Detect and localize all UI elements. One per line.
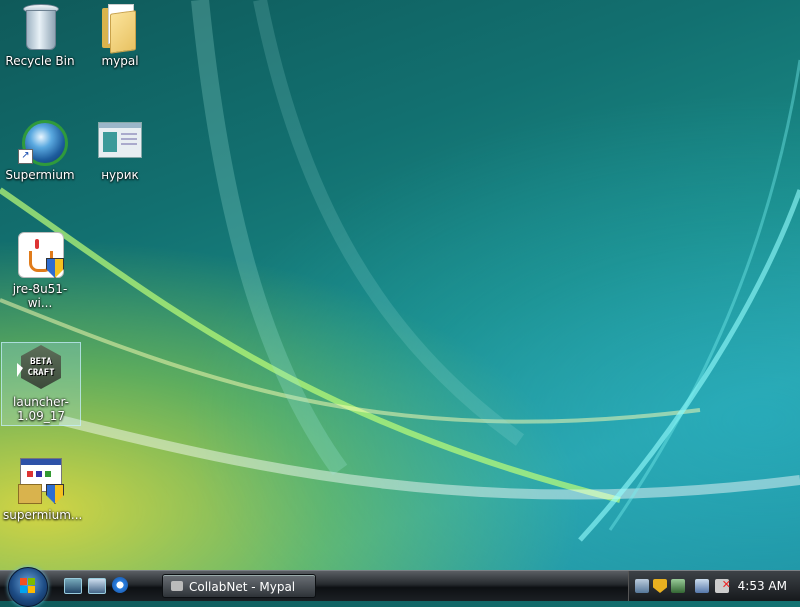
supermium-installer-shortcut[interactable]: supermium... [1, 456, 83, 522]
app-icon [171, 581, 183, 591]
tray-app-icon[interactable] [635, 579, 649, 593]
recycle-bin-shortcut[interactable]: Recycle Bin [1, 2, 79, 68]
network-icon[interactable] [695, 579, 709, 593]
windows-logo-icon [20, 578, 36, 594]
clock[interactable]: 4:53 AM [738, 571, 787, 601]
safely-remove-icon[interactable] [671, 579, 685, 593]
desktop-icon-label: launcher-1.09_17 [13, 395, 69, 423]
desktop-icon-label: нурик [101, 168, 139, 182]
betacraft-launcher-icon: BETA CRAFT [17, 343, 65, 391]
jre-installer-shortcut[interactable]: jre-8u51-wi... [1, 230, 79, 310]
mypal-folder-shortcut[interactable]: mypal [81, 2, 159, 68]
switch-windows-icon[interactable] [88, 578, 106, 594]
mouse-cursor-icon [17, 363, 23, 377]
launcher-shortcut[interactable]: BETA CRAFT launcher-1.09_17 [1, 342, 81, 426]
show-desktop-icon[interactable] [64, 578, 82, 594]
supermium-shortcut[interactable]: ↗ Supermium [1, 116, 79, 182]
internet-explorer-icon[interactable] [112, 577, 128, 593]
security-shield-icon[interactable] [653, 579, 667, 593]
desktop-icon-label: mypal [101, 54, 139, 68]
system-tray: ✕ 4:53 AM [628, 571, 800, 601]
supermium-browser-icon: ↗ [16, 116, 68, 166]
folder-icon [96, 2, 144, 54]
volume-muted-icon[interactable]: ✕ [715, 579, 731, 593]
java-installer-icon [16, 230, 64, 278]
nurik-shortcut[interactable]: нурик [81, 116, 159, 182]
taskbar: CollabNet - Mypal ✕ 4:53 AM [0, 567, 800, 607]
recycle-bin-icon [16, 2, 64, 50]
shortcut-arrow-icon: ↗ [18, 149, 33, 164]
taskbar-window-button[interactable]: CollabNet - Mypal [162, 574, 316, 598]
desktop-icon-label: Supermium [5, 168, 75, 182]
start-button[interactable] [8, 567, 48, 607]
uac-shield-icon [46, 484, 64, 504]
installer-icon [16, 456, 64, 504]
desktop-icon-label: supermium... [3, 508, 83, 522]
desktop-icon-label: jre-8u51-wi... [12, 282, 68, 310]
taskbar-window-label: CollabNet - Mypal [189, 580, 296, 594]
desktop-icon-label: Recycle Bin [5, 54, 75, 68]
wallpaper [0, 0, 800, 542]
window-thumbnail-icon [96, 116, 144, 164]
